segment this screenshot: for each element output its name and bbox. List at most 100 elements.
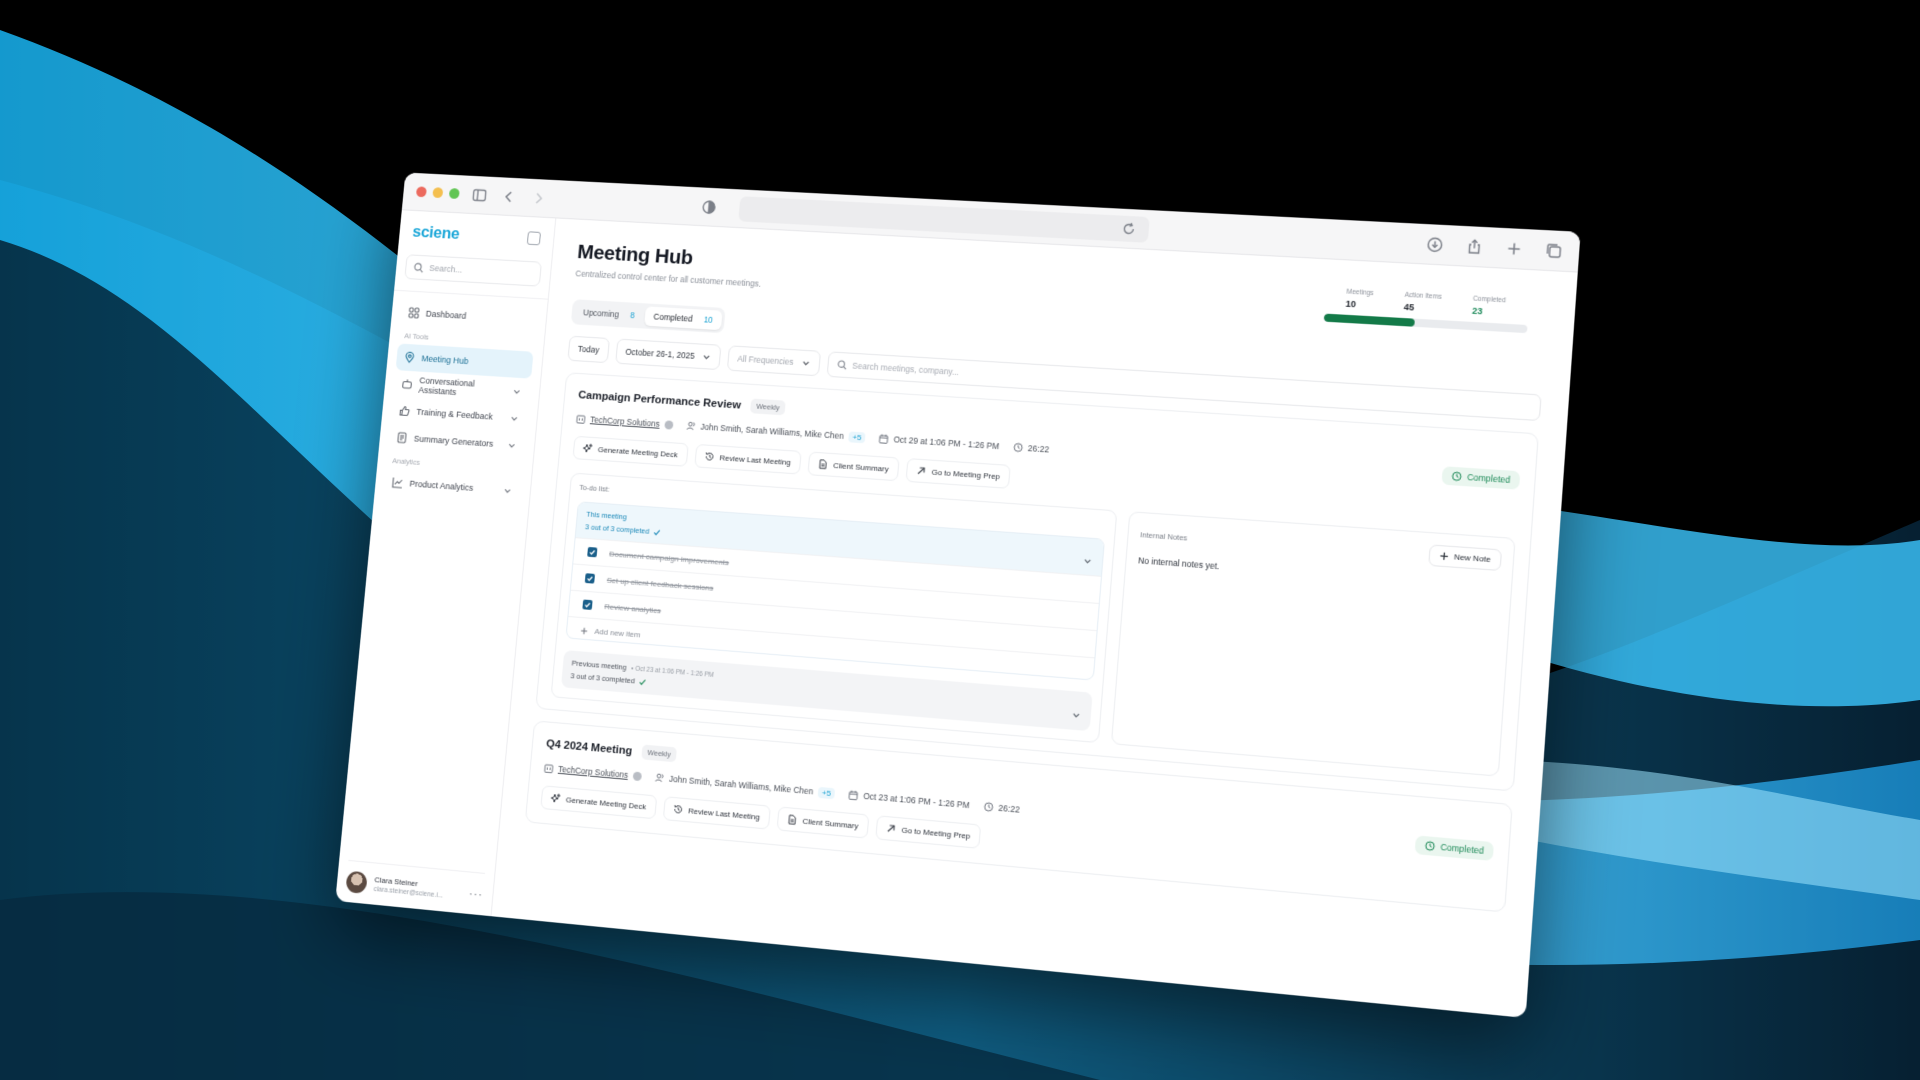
calendar-icon xyxy=(878,433,889,443)
line-chart-icon xyxy=(392,477,404,489)
chevron-down-icon[interactable] xyxy=(1083,556,1093,566)
date-range-select[interactable]: October 26-1, 2025 xyxy=(614,338,722,371)
generate-meeting-deck-button[interactable]: Generate Meeting Deck xyxy=(540,785,657,820)
calendar-icon xyxy=(848,790,858,800)
history-icon xyxy=(704,451,714,461)
review-last-meeting-button[interactable]: Review Last Meeting xyxy=(662,796,771,830)
clock-icon xyxy=(1013,442,1024,453)
action-label: Generate Meeting Deck xyxy=(565,794,647,811)
file-text-icon xyxy=(787,814,798,825)
search-icon xyxy=(836,360,847,370)
frequency-select[interactable]: All Frequencies xyxy=(726,345,821,377)
status-label: Completed xyxy=(1440,841,1485,856)
chevron-down-icon xyxy=(801,358,810,367)
company-link[interactable]: TechCorp Solutions xyxy=(590,414,660,428)
forward-icon[interactable] xyxy=(528,188,548,208)
tab-completed[interactable]: Completed 10 xyxy=(644,306,723,331)
status-label: Completed xyxy=(1466,471,1511,486)
tab-upcoming[interactable]: Upcoming 8 xyxy=(574,302,644,325)
sparkles-icon xyxy=(550,793,560,804)
users-icon xyxy=(686,421,696,431)
clock-icon xyxy=(1424,840,1435,851)
avatar xyxy=(345,870,368,895)
client-summary-button[interactable]: Client Summary xyxy=(807,451,900,482)
user-profile[interactable]: Clara Steiner clara.steiner@sciene.i... … xyxy=(345,859,486,906)
info-icon[interactable] xyxy=(632,771,642,781)
sidebar-toggle-icon[interactable] xyxy=(469,185,489,205)
generate-meeting-deck-button[interactable]: Generate Meeting Deck xyxy=(572,435,689,467)
new-tab-icon[interactable] xyxy=(1503,238,1525,259)
users-icon xyxy=(654,772,664,783)
frequency-badge: Weekly xyxy=(641,744,678,763)
sidebar-search-input[interactable]: Search... xyxy=(404,254,542,287)
sidebar-item-label: Training & Feedback xyxy=(415,406,494,422)
chevron-down-icon xyxy=(702,352,711,361)
meeting-title: Q4 2024 Meeting xyxy=(545,737,633,757)
status-badge: Completed xyxy=(1414,835,1495,861)
date-range-value: October 26-1, 2025 xyxy=(624,346,696,361)
download-icon[interactable] xyxy=(1424,234,1446,255)
maximize-window-button[interactable] xyxy=(448,188,460,199)
minimize-window-button[interactable] xyxy=(432,187,444,199)
meeting-datetime: Oct 29 at 1:06 PM - 1:26 PM xyxy=(893,434,1000,452)
meeting-duration: 26:22 xyxy=(1027,443,1050,455)
stat-completed-label: Completed xyxy=(1472,295,1506,305)
info-icon[interactable] xyxy=(664,419,674,430)
share-icon[interactable] xyxy=(1463,236,1485,257)
previous-meeting-progress: 3 out of 3 completed xyxy=(570,671,636,686)
stat-meetings-value: 10 xyxy=(1345,298,1357,310)
chevron-down-icon xyxy=(502,486,514,495)
stat-completed-value: 23 xyxy=(1471,305,1483,317)
client-summary-button[interactable]: Client Summary xyxy=(776,806,870,839)
go-to-meeting-prep-button[interactable]: Go to Meeting Prep xyxy=(905,458,1011,489)
sidebar-item-label: Dashboard xyxy=(425,308,467,321)
meeting-duration: 26:22 xyxy=(998,802,1021,815)
more-attendees-badge[interactable]: +5 xyxy=(817,786,836,799)
bot-icon xyxy=(401,378,413,390)
main-content: Meeting Hub Centralized control center f… xyxy=(491,218,1577,1018)
more-attendees-badge[interactable]: +5 xyxy=(848,430,866,443)
stat-action-items-label: Action Items xyxy=(1404,291,1442,301)
arrow-up-right-icon xyxy=(916,466,927,477)
go-to-meeting-prep-button[interactable]: Go to Meeting Prep xyxy=(874,815,982,849)
attendees: John Smith, Sarah Williams, Mike Chen xyxy=(700,421,845,441)
frequency-badge: Weekly xyxy=(749,398,787,416)
search-icon xyxy=(413,262,424,273)
reload-icon[interactable] xyxy=(1118,218,1140,239)
frequency-value: All Frequencies xyxy=(736,353,794,367)
todo-text: Review analytics xyxy=(604,601,662,615)
arrow-up-right-icon xyxy=(885,823,896,834)
stat-action-items-value: 45 xyxy=(1403,301,1415,313)
action-label: Review Last Meeting xyxy=(719,452,792,467)
document-icon xyxy=(396,432,408,444)
checkbox[interactable] xyxy=(584,573,596,584)
checkbox[interactable] xyxy=(587,546,598,558)
company-link[interactable]: TechCorp Solutions xyxy=(558,764,629,780)
notes-title: Internal Notes xyxy=(1139,530,1188,543)
tab-label: Upcoming xyxy=(582,307,620,320)
building-icon xyxy=(576,414,586,424)
tab-count: 10 xyxy=(703,314,714,325)
thumbs-up-icon xyxy=(398,405,410,417)
sparkles-icon xyxy=(582,443,592,453)
action-label: Go to Meeting Prep xyxy=(931,467,1001,481)
close-window-button[interactable] xyxy=(415,186,427,198)
chevron-down-icon xyxy=(511,387,523,396)
new-note-button[interactable]: New Note xyxy=(1428,544,1503,572)
meeting-title: Campaign Performance Review xyxy=(577,388,742,412)
more-options-icon[interactable]: ··· xyxy=(468,886,483,901)
clock-icon xyxy=(1451,471,1462,482)
today-button[interactable]: Today xyxy=(567,335,610,364)
sidebar-item-label: Product Analytics xyxy=(409,478,474,493)
history-icon xyxy=(672,804,682,815)
tab-overview-icon[interactable] xyxy=(1543,240,1565,261)
building-icon xyxy=(544,763,554,774)
collapse-sidebar-icon[interactable] xyxy=(526,231,541,246)
status-badge: Completed xyxy=(1441,466,1521,490)
back-icon[interactable] xyxy=(499,186,519,206)
privacy-shield-icon[interactable] xyxy=(699,197,720,217)
checkbox[interactable] xyxy=(582,599,593,610)
review-last-meeting-button[interactable]: Review Last Meeting xyxy=(693,443,802,475)
chevron-down-icon[interactable] xyxy=(1072,710,1082,720)
check-icon xyxy=(586,574,594,582)
